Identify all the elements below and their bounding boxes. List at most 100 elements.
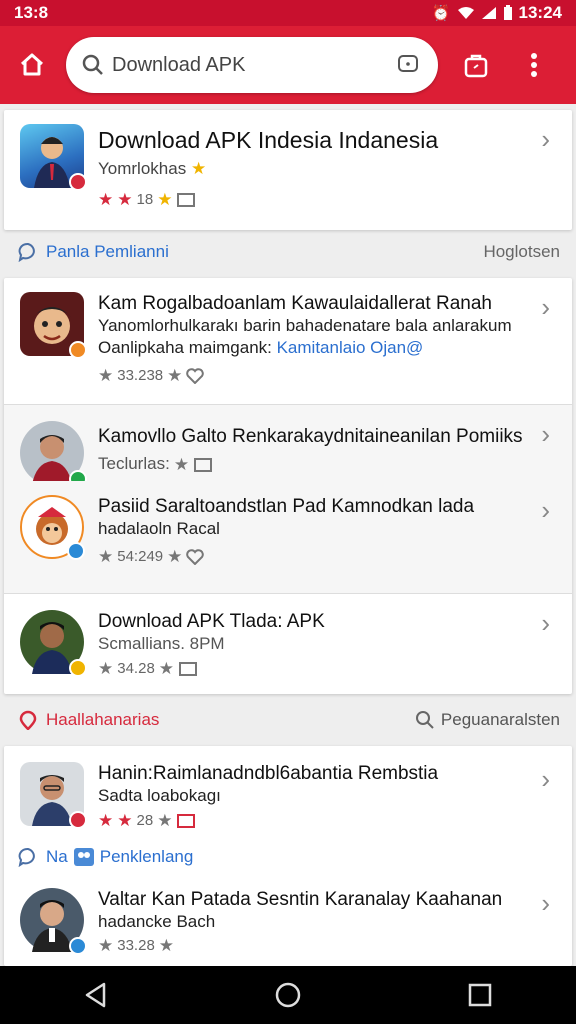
chevron-right-icon: › <box>541 608 550 638</box>
list-card-1: Kam Rogalbadoanlam Kawaulaidallerat Rana… <box>4 278 572 694</box>
item-title: Kam Rogalbadoanlam Kawaulaidallerat Rana… <box>98 293 492 314</box>
star-icon: ★ <box>157 810 173 830</box>
featured-rating: ★ ★ 18 ★ <box>98 190 556 208</box>
chevron-right-icon: › <box>541 419 550 449</box>
recents-square-icon <box>468 983 492 1007</box>
item-line3: Oanlipkaha maimgank: <box>98 338 277 357</box>
avatar <box>20 610 87 677</box>
featured-title: Download APK Indesia Indanesia <box>98 127 439 153</box>
chevron-right-icon: › <box>541 888 550 918</box>
item-sub: hadancke Bach <box>98 912 216 931</box>
verified-badge <box>69 937 87 955</box>
featured-subtitle: Yomrlokhas <box>98 159 187 178</box>
item-title: Valtar Kan Patada Sesntin Karanalay Kaah… <box>98 889 503 910</box>
star-icon: ★ <box>158 658 175 678</box>
download-box-icon <box>177 193 196 207</box>
chat-bubble-icon <box>18 243 35 262</box>
heart-icon <box>186 367 205 384</box>
chat-icon <box>398 55 418 72</box>
status-badge <box>69 341 87 359</box>
chevron-right-icon: › <box>541 764 550 794</box>
featured-app-card[interactable]: Download APK Indesia Indanesia Yomrlokha… <box>4 110 572 230</box>
avatar <box>20 421 87 488</box>
item-rating: ★ 33.28 ★ <box>98 937 556 954</box>
star-icon: ★ <box>117 189 133 209</box>
search-input[interactable] <box>112 53 372 77</box>
star-icon: ★ <box>167 547 183 566</box>
chevron-right-icon: › <box>541 292 550 322</box>
status-icons: ⏰ 13:24 <box>432 3 562 23</box>
voice-search-button[interactable] <box>394 51 422 79</box>
featured-emoji: ★ <box>190 159 207 178</box>
location-pin-icon <box>19 710 37 730</box>
download-box-icon <box>179 662 198 676</box>
bag-button[interactable] <box>456 45 496 85</box>
list-item[interactable]: Hanin:Raimlanadndbl6abantia Rembstia Sad… <box>4 746 572 840</box>
section-2-title: Haallahanarias <box>46 710 160 729</box>
section-1-title: Panla Pemlianni <box>46 242 169 261</box>
home-nav-button[interactable] <box>258 966 318 1024</box>
star-icon: ★ <box>98 936 114 955</box>
item-sub: Scmallians. 8PM <box>98 634 225 653</box>
item-line2: Yanomlorhulkarakı barin bahadenatare bal… <box>98 316 512 335</box>
back-triangle-icon <box>85 982 106 1008</box>
star-icon: ★ <box>98 366 114 385</box>
search-box[interactable] <box>66 37 438 93</box>
item-rating: ★ 33.238 ★ <box>98 367 556 384</box>
item-title: Download APK Tlada: APK <box>98 611 325 632</box>
avatar <box>20 762 87 829</box>
list-item[interactable]: Pasiid Saraltoandstlan Pad Kamnodkan lad… <box>4 481 572 593</box>
subsection-title: Penklenlang <box>99 847 194 866</box>
app-icon <box>20 292 87 359</box>
list-item[interactable]: Valtar Kan Patada Sesntin Karanalay Kaah… <box>4 874 572 966</box>
list-item[interactable]: Kam Rogalbadoanlam Kawaulaidallerat Rana… <box>4 278 572 404</box>
status-badge <box>69 659 87 677</box>
section-1-action[interactable]: Hoglotsen <box>483 242 560 262</box>
item-link[interactable]: Kamitanlaio Ojan@ <box>277 338 424 357</box>
star-icon: ★ <box>173 454 190 474</box>
item-title: Pasiid Saraltoandstlan Pad Kamnodkan lad… <box>98 496 475 517</box>
verified-badge <box>67 542 85 560</box>
verified-badge <box>69 811 87 829</box>
more-vert-icon <box>531 53 537 77</box>
rating-value: 18 <box>136 190 154 208</box>
home-button[interactable] <box>12 45 52 85</box>
section-header-2: Haallahanarias Peguanaralsten <box>18 710 560 730</box>
star-icon: ★ <box>98 189 114 209</box>
status-time-left: 13:8 <box>14 3 49 22</box>
list-card-2: Hanin:Raimlanadndbl6abantia Rembstia Sad… <box>4 746 572 966</box>
item-sub: hadalaoln Racal <box>98 519 220 538</box>
status-bar: 13:8 ⏰ 13:24 <box>0 0 576 26</box>
bag-icon <box>464 54 488 78</box>
star-icon: ★ <box>98 547 114 566</box>
star-icon: ★ <box>157 189 173 209</box>
wifi-icon <box>457 7 474 19</box>
star-icon: ★ <box>117 810 133 830</box>
item-title: Hanin:Raimlanadndbl6abantia Rembstia <box>98 763 439 784</box>
search-icon <box>82 54 103 75</box>
list-item[interactable]: Kamovllo Galto Renkarakaydnitaineanilan … <box>4 405 572 488</box>
verified-badge <box>69 173 87 191</box>
avatar <box>20 495 85 560</box>
signal-icon <box>481 7 496 19</box>
section-header-1: Panla Pemlianni Hoglotsen <box>18 242 560 262</box>
rating-value: 28 <box>136 811 154 829</box>
star-icon: ★ <box>167 366 183 385</box>
status-time-right: 13:24 <box>518 3 562 22</box>
star-icon: ★ <box>158 936 175 955</box>
back-button[interactable] <box>66 966 126 1024</box>
section-2-action[interactable]: Peguanaralsten <box>441 710 560 730</box>
heart-icon <box>186 548 205 565</box>
item-title: Kamovllo Galto Renkarakaydnitaineanilan … <box>98 426 523 447</box>
list-item[interactable]: Download APK Tlada: APK Scmallians. 8PM … <box>4 594 572 690</box>
recents-button[interactable] <box>450 966 510 1024</box>
avatar <box>20 888 87 955</box>
star-icon: ★ <box>98 810 114 830</box>
rating-value: 33.238 <box>117 367 164 384</box>
more-options-button[interactable] <box>514 45 554 85</box>
item-rating: Teclurlas: ★ <box>98 454 556 474</box>
rating-value: 54:249 <box>117 548 164 565</box>
rating-value: 33.28 <box>117 937 155 954</box>
battery-icon <box>503 5 512 20</box>
search-tag-icon <box>415 711 434 729</box>
